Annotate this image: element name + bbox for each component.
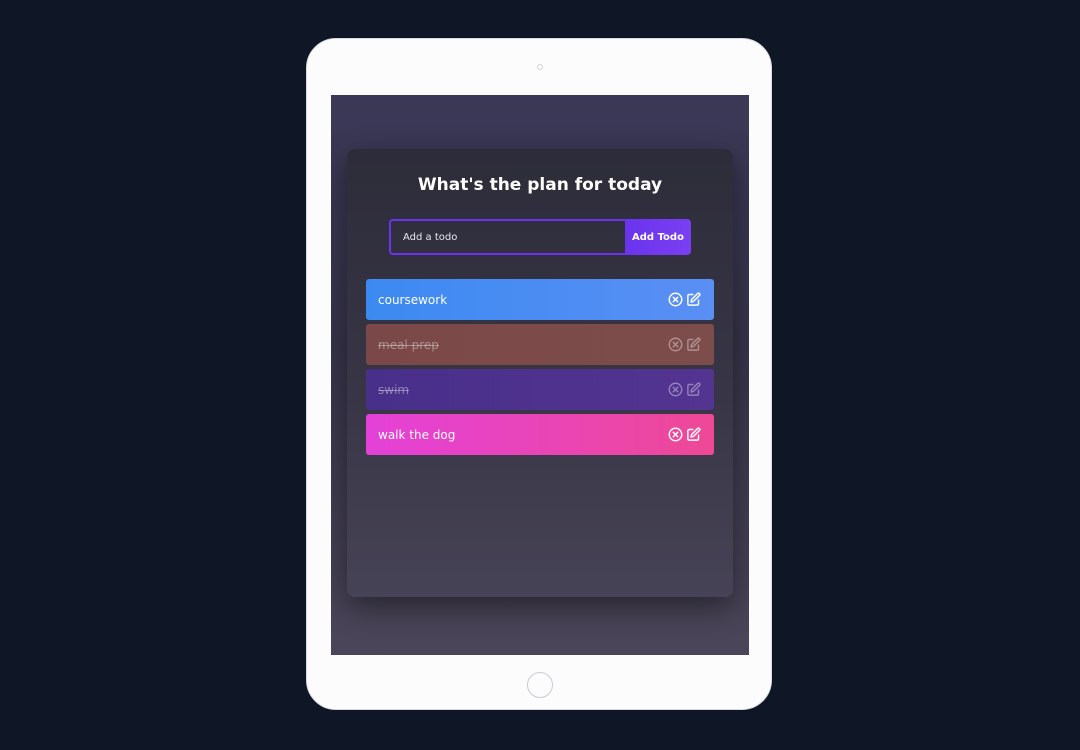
todo-row: walk the dog: [366, 414, 714, 455]
todo-actions: [668, 427, 701, 442]
todo-row: swim: [366, 369, 714, 410]
close-circle-icon[interactable]: [668, 382, 683, 397]
todo-actions: [668, 292, 701, 307]
app-screen: What's the plan for today Add Todo cours…: [331, 95, 749, 655]
todo-form: Add Todo: [389, 219, 691, 255]
add-todo-button[interactable]: Add Todo: [625, 219, 691, 255]
todo-actions: [668, 382, 701, 397]
edit-icon[interactable]: [686, 427, 701, 442]
todo-actions: [668, 337, 701, 352]
edit-icon[interactable]: [686, 337, 701, 352]
close-circle-icon[interactable]: [668, 427, 683, 442]
todo-text[interactable]: swim: [378, 383, 409, 397]
edit-icon[interactable]: [686, 292, 701, 307]
todo-text[interactable]: meal prep: [378, 338, 439, 352]
page-title: What's the plan for today: [417, 175, 663, 195]
todo-text[interactable]: coursework: [378, 293, 447, 307]
todo-text[interactable]: walk the dog: [378, 428, 455, 442]
close-circle-icon[interactable]: [668, 292, 683, 307]
todo-input[interactable]: [389, 219, 625, 255]
edit-icon[interactable]: [686, 382, 701, 397]
todo-row: coursework: [366, 279, 714, 320]
close-circle-icon[interactable]: [668, 337, 683, 352]
todo-list: coursework meal prep swim walk the dog: [366, 279, 714, 459]
tablet-frame: What's the plan for today Add Todo cours…: [306, 38, 772, 710]
todo-app: What's the plan for today Add Todo cours…: [347, 149, 733, 597]
camera-lens: [537, 64, 543, 70]
todo-row: meal prep: [366, 324, 714, 365]
home-button[interactable]: [527, 672, 553, 698]
